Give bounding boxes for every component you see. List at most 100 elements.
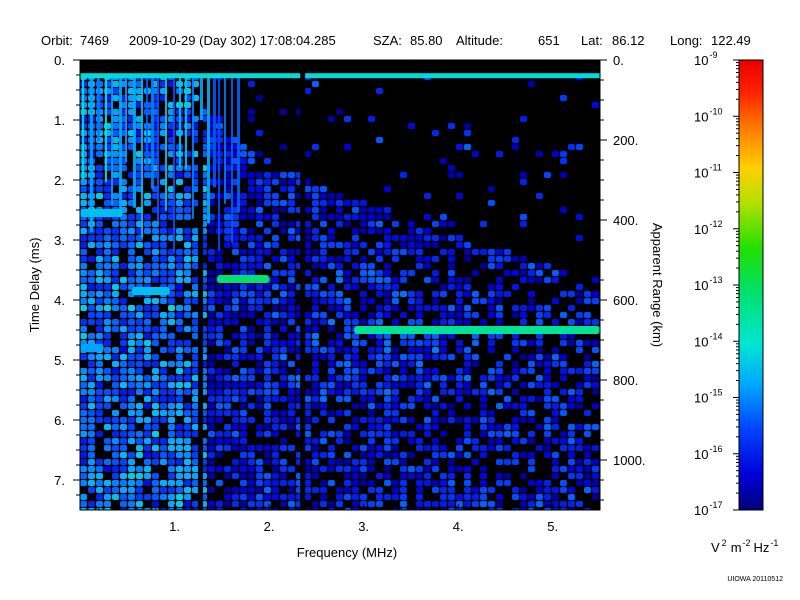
heatmap-cell (256, 235, 263, 241)
heatmap-cell (120, 284, 127, 290)
heatmap-cell (136, 354, 143, 360)
heatmap-cell (240, 431, 247, 437)
heatmap-cell (536, 263, 543, 269)
heatmap-cell (416, 466, 423, 472)
heatmap-cell (256, 305, 263, 311)
heatmap-cell (472, 445, 479, 451)
heatmap-cell (352, 319, 359, 325)
heatmap-cell (240, 445, 247, 451)
heatmap-cell (448, 277, 455, 283)
heatmap-cell (128, 235, 135, 241)
heatmap-cell (184, 480, 191, 486)
heatmap-cell (376, 487, 383, 493)
heatmap-cell (344, 410, 351, 416)
heatmap-cell (408, 452, 415, 458)
heatmap-cell (368, 354, 375, 360)
heatmap-cell (104, 193, 111, 199)
heatmap-cell (112, 480, 119, 486)
heatmap-cell (448, 410, 455, 416)
heatmap-cell (176, 389, 183, 395)
heatmap-cell (80, 186, 87, 192)
heatmap-cell (384, 438, 391, 444)
heatmap-cell (384, 263, 391, 269)
heatmap-cell (216, 508, 223, 510)
heatmap-cell (592, 361, 599, 367)
heatmap-cell (280, 340, 287, 346)
heatmap-cell (288, 291, 295, 297)
heatmap-cell (432, 221, 439, 227)
heatmap-cell (112, 235, 119, 241)
heatmap-cell (288, 347, 295, 353)
heatmap-cell (184, 235, 191, 241)
heatmap-cell (360, 389, 367, 395)
heatmap-cell (368, 403, 375, 409)
heatmap-cell (360, 403, 367, 409)
heatmap-cell (552, 277, 559, 283)
heatmap-cell (488, 487, 495, 493)
heatmap-cell (480, 375, 487, 381)
heatmap-cell (256, 508, 263, 510)
heatmap-cell (528, 410, 535, 416)
heatmap-cell (352, 312, 359, 318)
heatmap-cell (80, 396, 87, 402)
heatmap-cell (240, 326, 247, 332)
heatmap-cell (320, 256, 327, 262)
heatmap-cell (168, 270, 175, 276)
heatmap-cell (472, 270, 479, 276)
heatmap-cell (312, 186, 319, 192)
heatmap-cell (328, 347, 335, 353)
heatmap-cell (144, 424, 151, 430)
heatmap-cell (552, 494, 559, 500)
heatmap-cell (352, 277, 359, 283)
heatmap-cell (144, 508, 151, 510)
heatmap-cell (472, 249, 479, 255)
heatmap-cell (208, 284, 215, 290)
heatmap-cell (400, 235, 407, 241)
heatmap-cell (240, 438, 247, 444)
heatmap-cell (384, 466, 391, 472)
heatmap-cell (352, 466, 359, 472)
heatmap-cell (384, 270, 391, 276)
heatmap-cell (272, 333, 279, 339)
heatmap-cell (240, 501, 247, 507)
heatmap-cell (496, 249, 503, 255)
heatmap-cell (88, 312, 95, 318)
heatmap-cell (80, 431, 87, 437)
heatmap-cell (280, 186, 287, 192)
heatmap-cell (88, 242, 95, 248)
heatmap-cell (112, 326, 119, 332)
heatmap-cell (208, 431, 215, 437)
heatmap-cell (520, 116, 527, 122)
heatmap-cell (160, 298, 167, 304)
heatmap-cell (536, 340, 543, 346)
heatmap-cell (248, 382, 255, 388)
heatmap-cell (520, 487, 527, 493)
heatmap-cell (336, 305, 343, 311)
heatmap-cell (336, 382, 343, 388)
heatmap-cell (120, 431, 127, 437)
heatmap-cell (272, 235, 279, 241)
heatmap-cell (320, 291, 327, 297)
heatmap-cell (264, 179, 271, 185)
heatmap-cell (496, 298, 503, 304)
heatmap-cell (168, 473, 175, 479)
heatmap-cell (408, 375, 415, 381)
heatmap-cell (184, 487, 191, 493)
heatmap-cell (256, 291, 263, 297)
heatmap-cell (568, 396, 575, 402)
heatmap-cell (344, 333, 351, 339)
heatmap-cell (136, 319, 143, 325)
heatmap-cell (312, 438, 319, 444)
heatmap-cell (256, 473, 263, 479)
heatmap-cell (152, 249, 159, 255)
heatmap-cell (160, 249, 167, 255)
heatmap-cell (168, 375, 175, 381)
heatmap-cell (336, 375, 343, 381)
heatmap-cell (448, 165, 455, 171)
heatmap-cell (232, 445, 239, 451)
heatmap-cell (120, 382, 127, 388)
heatmap-cell (216, 501, 223, 507)
heatmap-cell (256, 214, 263, 220)
heatmap-cell (224, 410, 231, 416)
heatmap-cell (256, 361, 263, 367)
